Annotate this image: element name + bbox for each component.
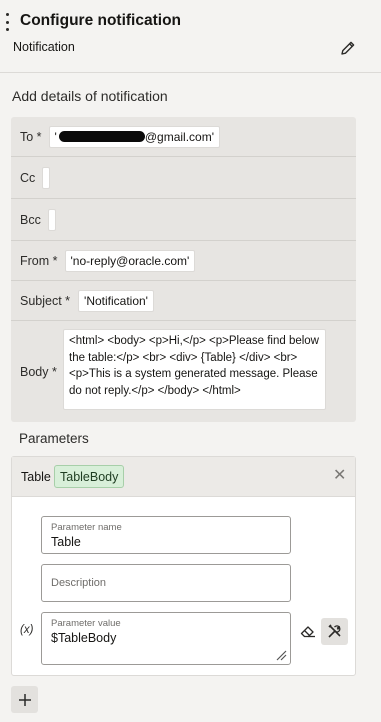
- parameter-value-value: $TableBody: [51, 631, 117, 645]
- parameter-title: Table: [21, 470, 51, 484]
- parameter-card-header[interactable]: Table TableBody ✕: [12, 457, 355, 497]
- panel-subtitle: Notification: [13, 40, 75, 54]
- to-field[interactable]: ' @gmail.com': [48, 125, 220, 148]
- details-heading: Add details of notification: [12, 88, 168, 104]
- to-prefix: ': [54, 129, 57, 144]
- to-label: To *: [20, 129, 42, 144]
- parameter-value-field[interactable]: Parameter value $TableBody: [41, 612, 291, 665]
- edit-button[interactable]: [336, 36, 360, 60]
- tools-icon: [328, 624, 341, 638]
- header-divider: [0, 72, 381, 73]
- cc-field[interactable]: [42, 166, 51, 189]
- parameter-name-label: Parameter name: [51, 522, 122, 533]
- description-field[interactable]: Description: [41, 564, 291, 602]
- subject-row: Subject * 'Notification': [11, 281, 356, 321]
- notification-fields: To * ' @gmail.com' Cc Bcc From * 'no-repl…: [11, 117, 356, 422]
- body-label: Body *: [20, 364, 57, 379]
- from-row: From * 'no-reply@oracle.com': [11, 241, 356, 281]
- tools-button[interactable]: [321, 618, 348, 645]
- resize-grip-icon[interactable]: [276, 650, 287, 661]
- add-parameter-button[interactable]: [11, 686, 38, 713]
- pencil-icon: [341, 41, 355, 55]
- to-row: To * ' @gmail.com': [11, 117, 356, 157]
- kebab-icon[interactable]: [4, 13, 10, 31]
- parameter-tag: TableBody: [54, 465, 125, 488]
- cc-row: Cc: [11, 157, 356, 199]
- parameter-card: Table TableBody ✕ Parameter name Table D…: [11, 456, 356, 676]
- close-icon[interactable]: ✕: [333, 466, 346, 486]
- parameter-name-field[interactable]: Parameter name Table: [41, 516, 291, 554]
- subject-field[interactable]: 'Notification': [78, 289, 154, 312]
- fx-label: (x): [20, 624, 34, 636]
- parameters-heading: Parameters: [19, 431, 89, 446]
- description-placeholder: Description: [51, 577, 107, 589]
- from-label: From *: [20, 253, 58, 268]
- bcc-row: Bcc: [11, 199, 356, 241]
- from-field[interactable]: 'no-reply@oracle.com': [64, 249, 196, 272]
- bcc-label: Bcc: [20, 212, 41, 227]
- panel-title: Configure notification: [20, 12, 182, 29]
- cc-label: Cc: [20, 170, 36, 185]
- eraser-icon[interactable]: [299, 622, 317, 640]
- to-suffix: @gmail.com': [144, 129, 214, 144]
- bcc-field[interactable]: [47, 208, 56, 231]
- parameter-value-label: Parameter value: [51, 618, 121, 629]
- body-row: Body * <html> <body> <p>Hi,</p> <p>Pleas…: [11, 321, 356, 422]
- subject-label: Subject *: [20, 293, 71, 308]
- parameter-name-value: Table: [51, 535, 81, 549]
- plus-icon: [18, 693, 31, 706]
- panel-header: Configure notification Notification: [0, 0, 381, 72]
- body-field[interactable]: <html> <body> <p>Hi,</p> <p>Please find …: [63, 329, 326, 410]
- configure-notification-panel: Configure notification Notification Add …: [0, 0, 381, 722]
- redacted-email: [58, 130, 145, 142]
